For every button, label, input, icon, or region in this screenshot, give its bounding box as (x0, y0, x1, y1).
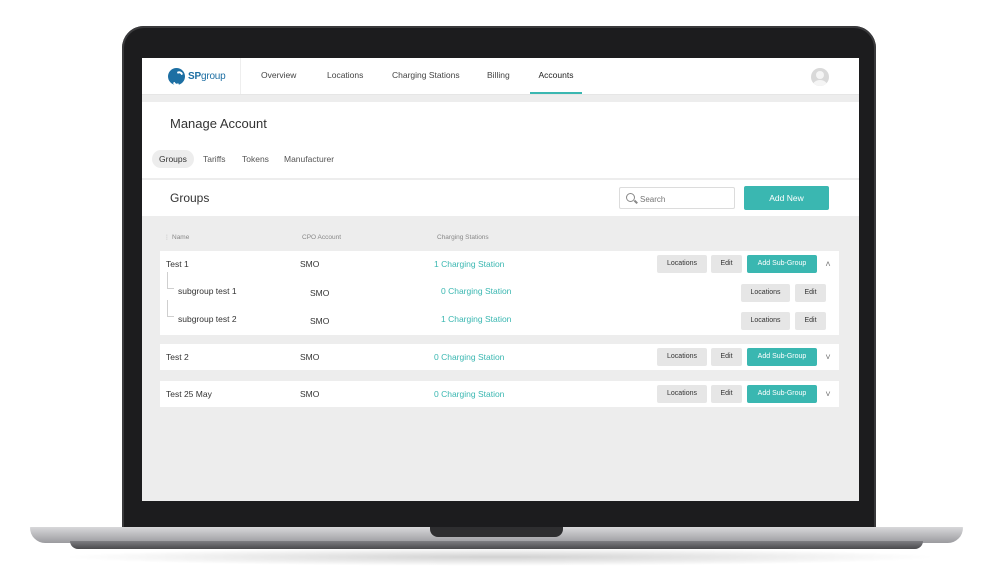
sp-logo-icon (168, 67, 185, 85)
groups-title: Groups (170, 191, 210, 205)
nav-accounts[interactable]: Accounts (530, 58, 582, 94)
edit-button[interactable]: Edit (711, 255, 742, 273)
edit-button[interactable]: Edit (795, 284, 826, 302)
group-stations-link[interactable]: 0 Charging Station (434, 352, 504, 362)
group-stations-link[interactable]: 1 Charging Station (434, 259, 504, 269)
add-new-button[interactable]: Add New (744, 186, 829, 210)
add-sub-group-button[interactable]: Add Sub-Group (747, 385, 817, 403)
subgroup-cpo: SMO (310, 288, 330, 298)
locations-button[interactable]: Locations (657, 348, 707, 366)
tab-groups[interactable]: Groups (152, 150, 194, 168)
add-sub-group-button[interactable]: Add Sub-Group (747, 348, 817, 366)
group-card: Test 25 May SMO 0 Charging Station Locat… (160, 381, 839, 407)
sp-group-logo[interactable]: SPgroup (168, 66, 226, 86)
column-header-stations: Charging Stations (437, 234, 489, 241)
subgroup-name: subgroup test 1 (178, 286, 237, 296)
group-row: Test 1 SMO 1 Charging Station Locations … (160, 251, 839, 277)
group-cpo: SMO (300, 259, 320, 269)
group-cpo: SMO (300, 352, 320, 362)
search-box[interactable] (619, 187, 735, 209)
laptop-notch (430, 527, 563, 537)
search-input[interactable] (638, 191, 732, 207)
tab-manufacturer[interactable]: Manufacturer (284, 150, 334, 168)
column-header-cpo: CPO Account (302, 234, 342, 241)
edit-button[interactable]: Edit (711, 385, 742, 403)
user-avatar-icon[interactable] (811, 68, 829, 86)
chevron-down-icon[interactable]: ˅ (823, 352, 833, 362)
tab-tokens[interactable]: Tokens (242, 150, 269, 168)
chevron-down-icon[interactable]: ˅ (823, 389, 833, 399)
group-card: Test 2 SMO 0 Charging Station Locations … (160, 344, 839, 370)
locations-button[interactable]: Locations (657, 385, 707, 403)
nav-locations[interactable]: Locations (327, 58, 363, 94)
locations-button[interactable]: Locations (741, 312, 790, 330)
group-name: Test 2 (166, 352, 189, 362)
group-stations-link[interactable]: 0 Charging Station (434, 389, 504, 399)
page-title: Manage Account (170, 116, 267, 131)
edit-button[interactable]: Edit (795, 312, 826, 330)
laptop-shadow (60, 548, 940, 566)
group-row: Test 25 May SMO 0 Charging Station Locat… (160, 381, 839, 407)
top-nav-bar: SPgroup Overview Locations Charging Stat… (142, 58, 859, 95)
tree-connector (167, 300, 174, 317)
subgroup-row: subgroup test 1 SMO 0 Charging Station L… (160, 272, 839, 304)
groups-toolbar: Groups Add New (142, 180, 859, 216)
tree-connector (167, 272, 174, 289)
subgroup-stations-link[interactable]: 0 Charging Station (441, 286, 511, 296)
subgroup-stations-link[interactable]: 1 Charging Station (441, 314, 511, 324)
nav-overview[interactable]: Overview (261, 58, 296, 94)
subgroup-row: subgroup test 2 SMO 1 Charging Station L… (160, 300, 839, 332)
subgroup-cpo: SMO (310, 316, 330, 326)
locations-button[interactable]: Locations (657, 255, 707, 273)
group-cpo: SMO (300, 389, 320, 399)
logo-divider (240, 58, 241, 94)
group-name: Test 25 May (166, 389, 212, 399)
locations-button[interactable]: Locations (741, 284, 790, 302)
column-header-name: Name (172, 234, 190, 241)
group-row: Test 2 SMO 0 Charging Station Locations … (160, 344, 839, 370)
edit-button[interactable]: Edit (711, 348, 742, 366)
manage-account-header: Manage Account Groups Tariffs Tokens Man… (142, 102, 859, 178)
app-screen: SPgroup Overview Locations Charging Stat… (142, 58, 859, 501)
nav-billing[interactable]: Billing (487, 58, 510, 94)
laptop-base-bottom (70, 541, 923, 549)
add-sub-group-button[interactable]: Add Sub-Group (747, 255, 817, 273)
nav-charging-stations[interactable]: Charging Stations (392, 58, 460, 94)
group-name: Test 1 (166, 259, 189, 269)
chevron-up-icon[interactable]: ˄ (823, 259, 833, 269)
subgroup-name: subgroup test 2 (178, 314, 237, 324)
sort-handle-icon: ⋮ (164, 235, 170, 241)
group-card: Test 1 SMO 1 Charging Station Locations … (160, 251, 839, 335)
search-icon (626, 193, 635, 202)
logo-text: SPgroup (188, 70, 226, 82)
tab-tariffs[interactable]: Tariffs (203, 150, 226, 168)
